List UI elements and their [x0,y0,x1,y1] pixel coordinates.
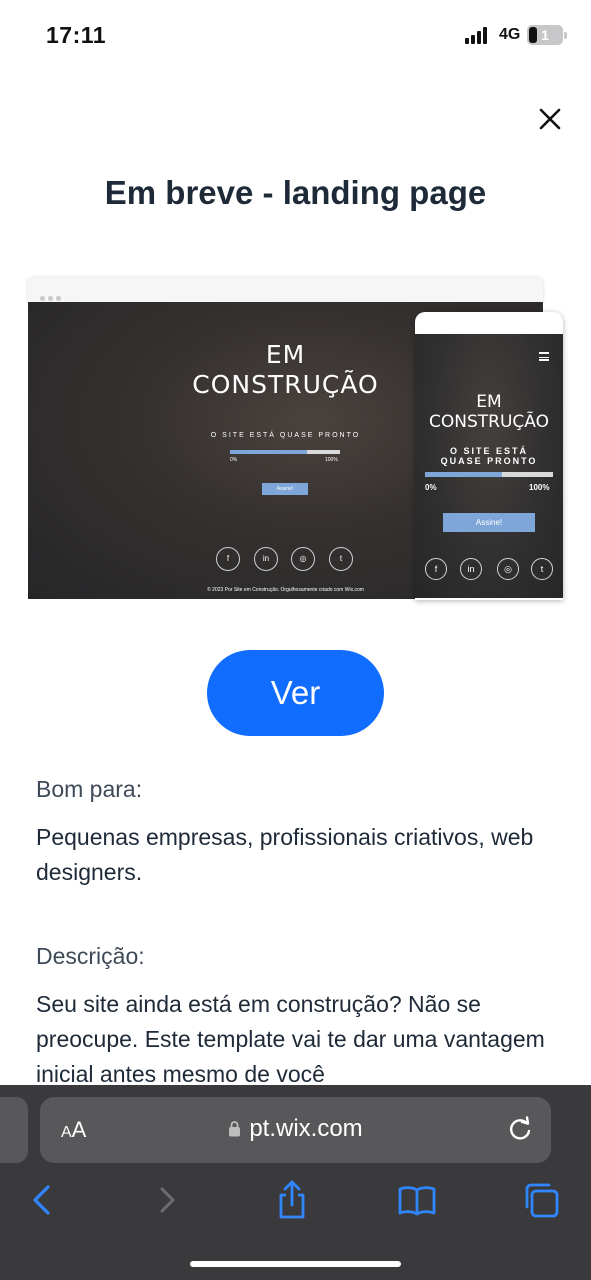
url-text: pt.wix.com [249,1115,363,1142]
previous-tab[interactable] [0,1097,28,1163]
forward-button[interactable] [148,1180,188,1220]
status-bar: 17:11 4G 1 [0,0,591,70]
close-icon [539,108,561,130]
mobile-subscribe-button: Assine! [443,513,535,532]
instagram-icon: ◎ [497,558,519,580]
signal-icon [465,27,491,44]
twitter-icon: t [329,547,353,571]
tabs-icon [525,1183,559,1218]
mobile-preview-screen: EM CONSTRUÇÃO O SITE ESTÁ QUASE PRONTO 0… [415,334,563,598]
tabs-button[interactable] [522,1180,562,1220]
chevron-left-icon [33,1185,50,1215]
network-type: 4G [499,26,521,43]
mobile-heading-line1: EM [476,392,502,412]
desktop-progress-end: 100% [325,457,338,463]
mobile-progress-start: 0% [425,483,437,492]
mobile-progress-end: 100% [529,483,550,492]
mobile-preview: EM CONSTRUÇÃO O SITE ESTÁ QUASE PRONTO 0… [415,312,563,600]
desktop-progress-bar [230,450,340,454]
mobile-subtitle-line2: QUASE PRONTO [440,456,538,466]
share-icon [279,1180,305,1219]
status-time: 17:11 [46,22,107,48]
address-bar[interactable]: AA pt.wix.com [40,1097,551,1163]
facebook-icon: f [425,558,447,580]
mobile-progress-fill [425,472,502,477]
share-button[interactable] [272,1180,312,1220]
home-indicator [190,1261,401,1267]
desktop-browser-bar [28,278,543,302]
facebook-icon: f [216,547,240,571]
page-title: Em breve - landing page [104,174,487,211]
good-for-text: Pequenas empresas, profissionais criativ… [36,824,534,885]
twitter-icon: t [531,558,553,580]
desktop-subscribe-button: Assine! [262,483,308,495]
hamburger-icon [539,352,549,361]
reload-icon [509,1116,531,1140]
mobile-heading-line2: CONSTRUÇÃO [429,412,549,432]
battery-tip [564,32,567,39]
back-button[interactable] [22,1180,62,1220]
template-preview[interactable]: EM CONSTRUÇÃO O SITE ESTÁ QUASE PRONTO 0… [28,278,568,604]
chevron-right-icon [160,1187,175,1213]
close-button[interactable] [533,102,567,136]
book-icon [398,1186,436,1216]
instagram-icon: ◎ [291,547,315,571]
description-label: Descrição: [36,943,145,969]
reload-button[interactable] [506,1115,534,1145]
description-text: Seu site ainda está em construção? Não s… [36,991,545,1087]
bookmarks-button[interactable] [397,1180,437,1220]
linkedin-icon: in [460,558,482,580]
view-button[interactable]: Ver [207,650,384,736]
desktop-progress-start: 0% [230,457,238,463]
mobile-progress-bar [425,472,553,477]
lock-icon [228,1116,241,1137]
battery-level: 1 [541,27,549,43]
mobile-subtitle-line1: O SITE ESTÁ [449,446,528,456]
battery-icon: 1 [527,25,563,45]
linkedin-icon: in [254,547,278,571]
desktop-progress-fill [230,450,307,454]
good-for-label: Bom para: [36,776,143,802]
